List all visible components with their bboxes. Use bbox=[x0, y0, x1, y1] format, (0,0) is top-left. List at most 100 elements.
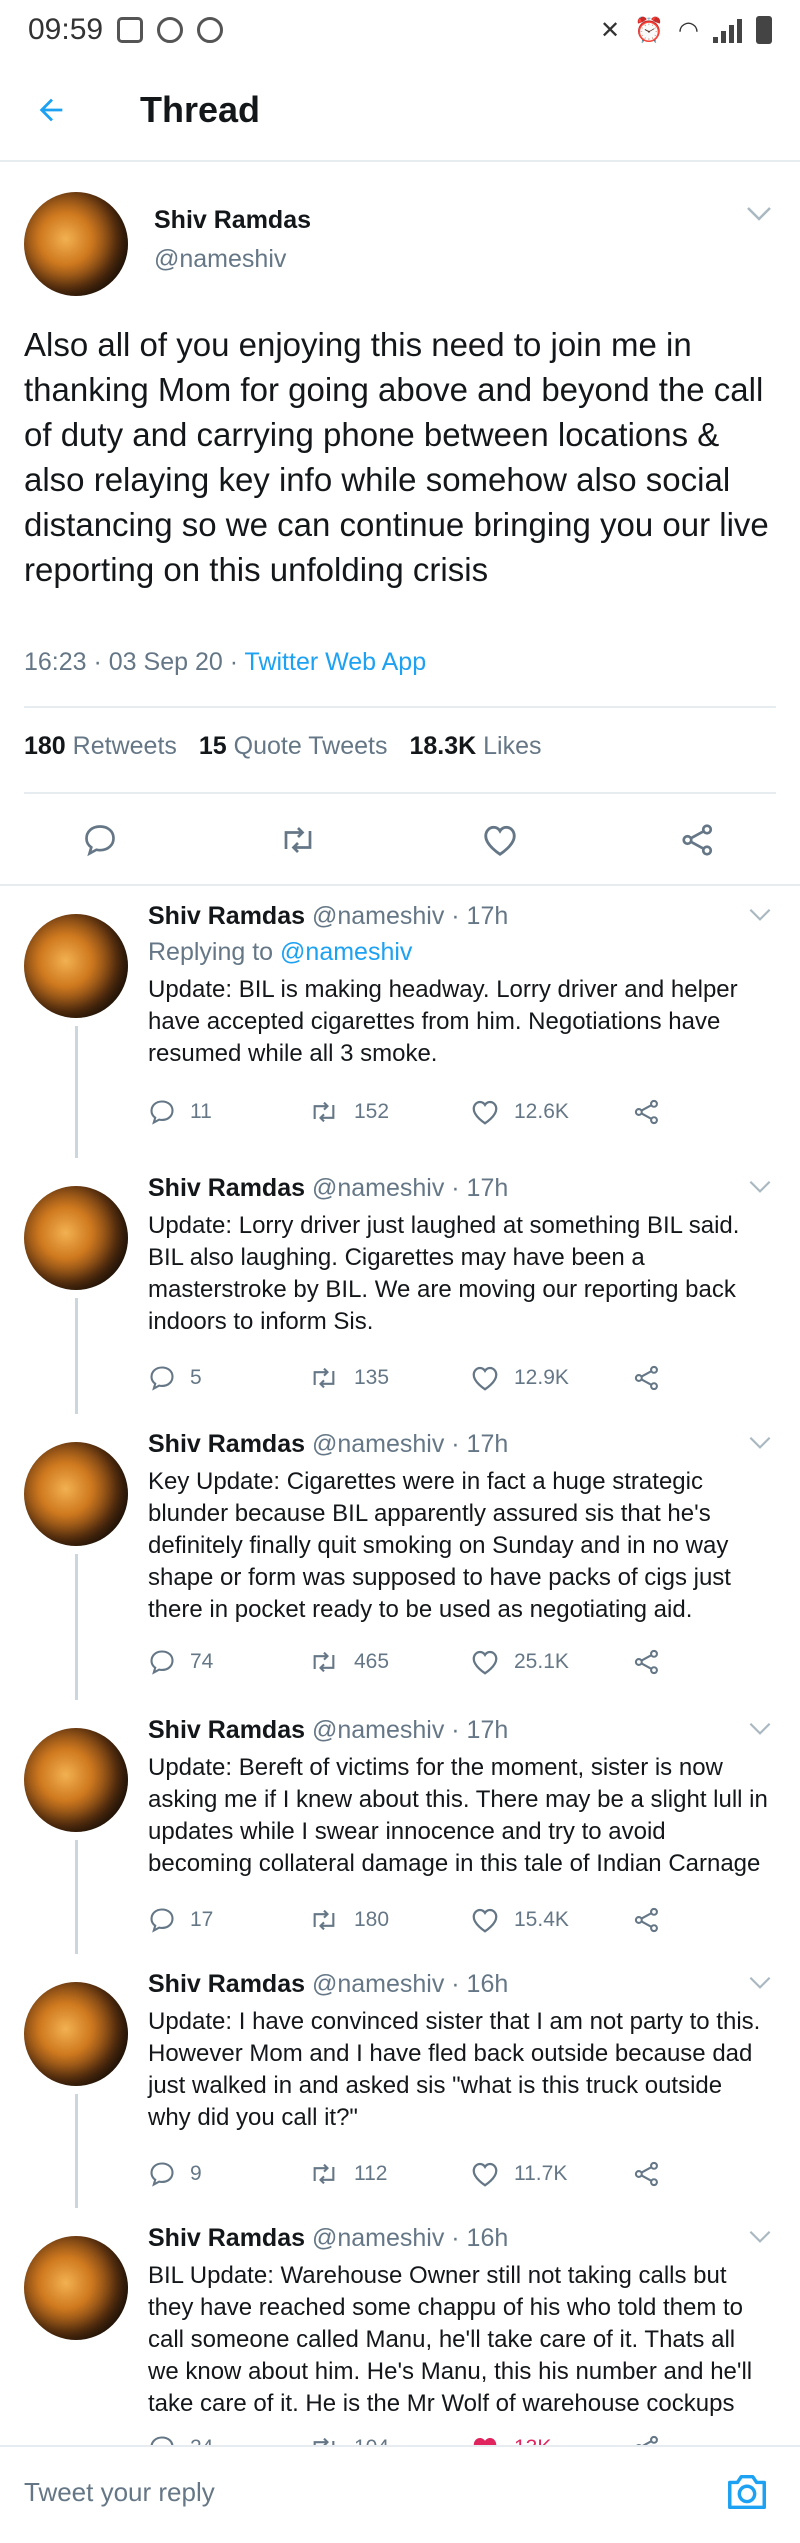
reply-actions: 74 465 25.1K bbox=[148, 1648, 748, 1688]
retweet-button[interactable]: 112 bbox=[308, 2160, 387, 2188]
reply-header: Shiv Ramdas @nameshiv · 17h bbox=[148, 1174, 508, 1203]
retweet-button[interactable]: 465 bbox=[308, 1648, 389, 1676]
status-bar: 09:59 ✕ ⏰ ◠ bbox=[0, 0, 800, 60]
chevron-down-icon[interactable] bbox=[746, 206, 772, 222]
tweet-source-link[interactable]: Twitter Web App bbox=[245, 648, 427, 676]
share-button[interactable] bbox=[632, 2434, 662, 2445]
reply-actions: 11 152 12.6K bbox=[148, 1098, 748, 1138]
reply-button[interactable]: 17 bbox=[148, 1906, 213, 1934]
instagram-icon bbox=[157, 17, 184, 43]
chevron-down-icon[interactable] bbox=[748, 2230, 772, 2244]
avatar[interactable] bbox=[24, 1728, 128, 1832]
like-count: 15.4K bbox=[514, 1908, 569, 1931]
reply-input[interactable]: Tweet your reply bbox=[24, 2477, 215, 2508]
retweets-stat[interactable]: 180 Retweets bbox=[24, 732, 177, 761]
share-button[interactable] bbox=[632, 2160, 662, 2188]
avatar[interactable] bbox=[24, 1442, 128, 1546]
retweet-count: 152 bbox=[354, 1100, 390, 1123]
share-icon bbox=[636, 2435, 658, 2445]
share-button[interactable] bbox=[632, 1906, 662, 1934]
spotify-icon bbox=[197, 17, 224, 43]
author-name[interactable]: Shiv Ramdas bbox=[148, 1430, 305, 1458]
reply-header: Shiv Ramdas @nameshiv · 16h bbox=[148, 2224, 508, 2253]
author-handle[interactable]: @nameshiv · 16h bbox=[312, 1970, 508, 1998]
reply-icon[interactable] bbox=[78, 818, 122, 862]
reply-button[interactable]: 74 bbox=[148, 1648, 213, 1676]
author-name[interactable]: Shiv Ramdas bbox=[148, 1970, 305, 1998]
like-count: 13K bbox=[514, 2436, 551, 2445]
author-handle[interactable]: @nameshiv · 16h bbox=[312, 2224, 508, 2252]
like-icon bbox=[472, 1366, 498, 1391]
mention-link[interactable]: @nameshiv bbox=[280, 938, 412, 966]
like-icon[interactable] bbox=[478, 818, 522, 862]
reply-icon bbox=[150, 2162, 174, 2187]
retweet-icon bbox=[313, 1651, 335, 1673]
reply-button[interactable]: 24 bbox=[148, 2434, 213, 2445]
retweet-button[interactable]: 180 bbox=[308, 1906, 389, 1934]
tweet-meta: 16:23 · 03 Sep 20 · Twitter Web App bbox=[24, 648, 426, 677]
like-button[interactable]: 11.7K bbox=[470, 2160, 567, 2188]
reply-header: Shiv Ramdas @nameshiv · 17h bbox=[148, 1716, 508, 1745]
retweet-button[interactable]: 104 bbox=[308, 2434, 389, 2445]
like-button[interactable]: 15.4K bbox=[470, 1906, 569, 1934]
share-button[interactable] bbox=[632, 1364, 662, 1392]
top-bar: Thread bbox=[0, 60, 800, 162]
mute-icon: ✕ bbox=[600, 16, 621, 44]
share-icon bbox=[634, 1365, 658, 1391]
reply-tweet[interactable]: Shiv Ramdas @nameshiv · 16h BIL Update: … bbox=[0, 2208, 800, 2445]
share-button[interactable] bbox=[632, 1648, 662, 1676]
retweet-icon[interactable] bbox=[276, 818, 320, 862]
author-handle[interactable]: @nameshiv bbox=[154, 245, 311, 274]
reply-button[interactable]: 9 bbox=[148, 2160, 202, 2188]
author-name[interactable]: Shiv Ramdas bbox=[148, 902, 305, 930]
reply-actions: 5 135 12.9K bbox=[148, 1364, 748, 1404]
chevron-down-icon[interactable] bbox=[748, 1436, 772, 1450]
reply-button[interactable]: 5 bbox=[148, 1364, 202, 1392]
liked-heart-icon bbox=[473, 2438, 497, 2445]
back-arrow-icon[interactable] bbox=[34, 93, 64, 127]
author-handle[interactable]: @nameshiv · 17h bbox=[312, 902, 508, 930]
avatar[interactable] bbox=[24, 2236, 128, 2340]
camera-icon[interactable] bbox=[724, 2469, 770, 2515]
reply-button[interactable]: 11 bbox=[148, 1098, 212, 1126]
reply-icon bbox=[150, 1908, 174, 1933]
retweet-button[interactable]: 152 bbox=[308, 1098, 389, 1126]
author-name[interactable]: Shiv Ramdas bbox=[154, 206, 311, 235]
retweet-count: 180 bbox=[354, 1908, 390, 1931]
reply-tweet[interactable]: Shiv Ramdas @nameshiv · 17h Update: Bere… bbox=[0, 1700, 800, 1954]
avatar[interactable] bbox=[24, 1186, 128, 1290]
retweet-count: 135 bbox=[354, 1366, 390, 1389]
author-handle[interactable]: @nameshiv · 17h bbox=[312, 1174, 508, 1202]
avatar[interactable] bbox=[24, 914, 128, 1018]
reply-count: 5 bbox=[190, 1366, 202, 1389]
avatar[interactable] bbox=[24, 192, 128, 296]
reply-tweet[interactable]: Shiv Ramdas @nameshiv · 16h Update: I ha… bbox=[0, 1954, 800, 2208]
author-name[interactable]: Shiv Ramdas bbox=[148, 1716, 305, 1744]
like-button[interactable]: 12.9K bbox=[470, 1364, 569, 1392]
likes-stat[interactable]: 18.3K Likes bbox=[409, 732, 541, 761]
like-button[interactable]: 25.1K bbox=[470, 1648, 569, 1676]
reply-tweet[interactable]: Shiv Ramdas @nameshiv · 17h Key Update: … bbox=[0, 1414, 800, 1700]
chevron-down-icon[interactable] bbox=[748, 1976, 772, 1990]
author-handle[interactable]: @nameshiv · 17h bbox=[312, 1430, 508, 1458]
like-icon bbox=[472, 2162, 498, 2187]
quote-tweets-stat[interactable]: 15 Quote Tweets bbox=[199, 732, 388, 761]
author-name[interactable]: Shiv Ramdas bbox=[148, 2224, 305, 2252]
chevron-down-icon[interactable] bbox=[748, 1722, 772, 1736]
share-icon[interactable] bbox=[676, 818, 720, 862]
like-button[interactable]: 12.6K bbox=[470, 1098, 569, 1126]
retweet-button[interactable]: 135 bbox=[308, 1364, 389, 1392]
like-button[interactable]: 13K bbox=[470, 2434, 551, 2445]
share-button[interactable] bbox=[632, 1098, 662, 1126]
reply-text: Update: Lorry driver just laughed at som… bbox=[148, 1212, 740, 1335]
compose-bar: Tweet your reply bbox=[0, 2445, 800, 2543]
chevron-down-icon[interactable] bbox=[748, 908, 772, 922]
tweet-stats: 180 Retweets 15 Quote Tweets 18.3K Likes bbox=[24, 732, 542, 761]
chevron-down-icon[interactable] bbox=[748, 1180, 772, 1194]
author-handle[interactable]: @nameshiv · 17h bbox=[312, 1716, 508, 1744]
reply-tweet[interactable]: Shiv Ramdas @nameshiv · 17h Update: Lorr… bbox=[0, 1158, 800, 1414]
avatar[interactable] bbox=[24, 1982, 128, 2086]
author-name[interactable]: Shiv Ramdas bbox=[148, 1174, 305, 1202]
reply-tweet[interactable]: Shiv Ramdas @nameshiv · 17h Replying to … bbox=[0, 886, 800, 1158]
thread-line bbox=[75, 1298, 78, 1414]
